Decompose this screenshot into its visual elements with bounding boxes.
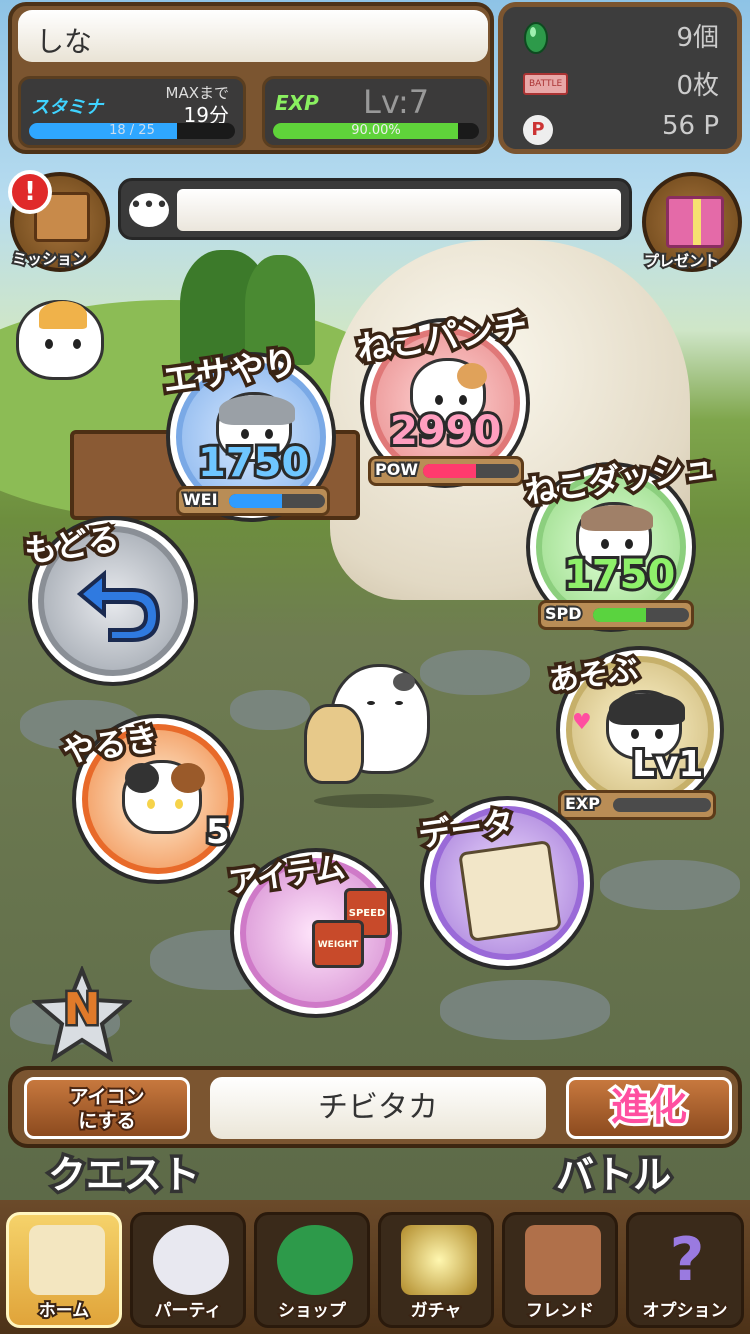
pet-name-bar: アイコン にする チビタカ 進化 [8,1066,742,1148]
mission-alert-badge: ! [8,170,52,214]
chat-bar[interactable]: ••• [118,178,632,240]
bottom-nav: ホーム パーティ ショップ ガチャ フレンド ? オプション [0,1200,750,1334]
paw-points-icon: P [523,115,553,145]
friend-icon [525,1225,601,1295]
play-exp-label: EXP [563,792,602,815]
stamina-box: スタミナ MAXまで 19分 18 / 25 [18,76,246,148]
wei-stat-bar: WEI [176,486,330,516]
spd-label: SPD [543,602,583,625]
scroll-icon [458,840,562,942]
nav-home-label: ホーム [37,1299,92,1323]
gem-icon [523,21,549,62]
exp-text: 90.00% [351,123,401,138]
play-exp-bar: EXP [558,790,716,820]
stamina-label: スタミナ [31,97,103,118]
party-icon [153,1225,229,1295]
gacha-icon [401,1225,477,1295]
item-can-weight-icon: WEIGHT [312,920,364,968]
nav-party[interactable]: パーティ [130,1212,246,1328]
stamina-text: 18 / 25 [109,123,155,138]
wei-label: WEI [181,488,219,511]
gem-row: 9個 [517,17,733,57]
home-icon [29,1225,105,1295]
resource-panel: 9個 BATTLE 0枚 P 56 P [498,2,742,154]
heart-icon: ♥ [572,710,592,735]
rank-letter: N [61,982,103,1038]
cat-dash-value: 1750 [561,549,678,601]
set-icon-button[interactable]: アイコン にする [24,1077,190,1139]
floating-cat-icon [16,300,104,380]
pet-character[interactable] [304,664,454,808]
cat-punch-value: 2990 [387,405,504,457]
stamina-bar: 18 / 25 [29,123,235,139]
spd-stat-bar: SPD [538,600,694,630]
points-row: P 56 P [517,111,733,151]
nav-shop-label: ショップ [276,1299,348,1323]
motivated-cat-icon [122,760,205,834]
points-count: 56 P [661,111,719,141]
nav-option[interactable]: ? オプション [626,1212,744,1328]
exp-box: EXP Lv:7 90.00% [262,76,490,148]
nav-home[interactable]: ホーム [6,1212,122,1328]
pug-icon [304,704,364,784]
ticket-count: 0枚 [676,71,719,101]
play-level: Lv1 [629,741,707,788]
motivation-count: 5 [203,809,233,855]
present-label: プレゼント [642,250,721,272]
level-text: Lv:7 [363,83,430,121]
battle-ticket-icon: BATTLE [523,73,569,95]
nav-friend-label: フレンド [524,1299,596,1323]
status-panel: しな スタミナ MAXまで 19分 18 / 25 EXP Lv:7 90.00… [8,2,494,154]
question-mark-icon: ? [669,1225,705,1295]
nav-gacha[interactable]: ガチャ [378,1212,494,1328]
ticket-row: BATTLE 0枚 [517,65,733,105]
chat-input[interactable] [177,189,621,231]
nav-party-label: パーティ [153,1299,224,1323]
gem-count: 9個 [676,23,719,53]
mission-label: ミッション [10,248,89,270]
chat-bubble-icon: ••• [129,193,169,227]
nav-option-label: オプション [641,1299,730,1323]
rank-star-badge: N [30,964,134,1063]
pet-name[interactable]: チビタカ [210,1077,546,1139]
quest-button[interactable]: クエスト [44,1144,203,1201]
gift-box-icon [666,196,724,248]
pow-stat-bar: POW [368,456,524,486]
feed-value: 1750 [195,437,312,489]
exp-bar: 90.00% [273,123,479,139]
nav-shop[interactable]: ショップ [254,1212,370,1328]
player-name[interactable]: しな [18,10,488,62]
nav-friend[interactable]: フレンド [502,1212,618,1328]
pow-label: POW [373,458,420,481]
nav-gacha-label: ガチャ [409,1299,464,1323]
exp-label: EXP [275,91,319,115]
shop-icon [277,1225,353,1295]
back-arrow-icon [74,560,166,650]
battle-button[interactable]: バトル [552,1144,674,1201]
evolve-button[interactable]: 進化 [566,1077,732,1139]
